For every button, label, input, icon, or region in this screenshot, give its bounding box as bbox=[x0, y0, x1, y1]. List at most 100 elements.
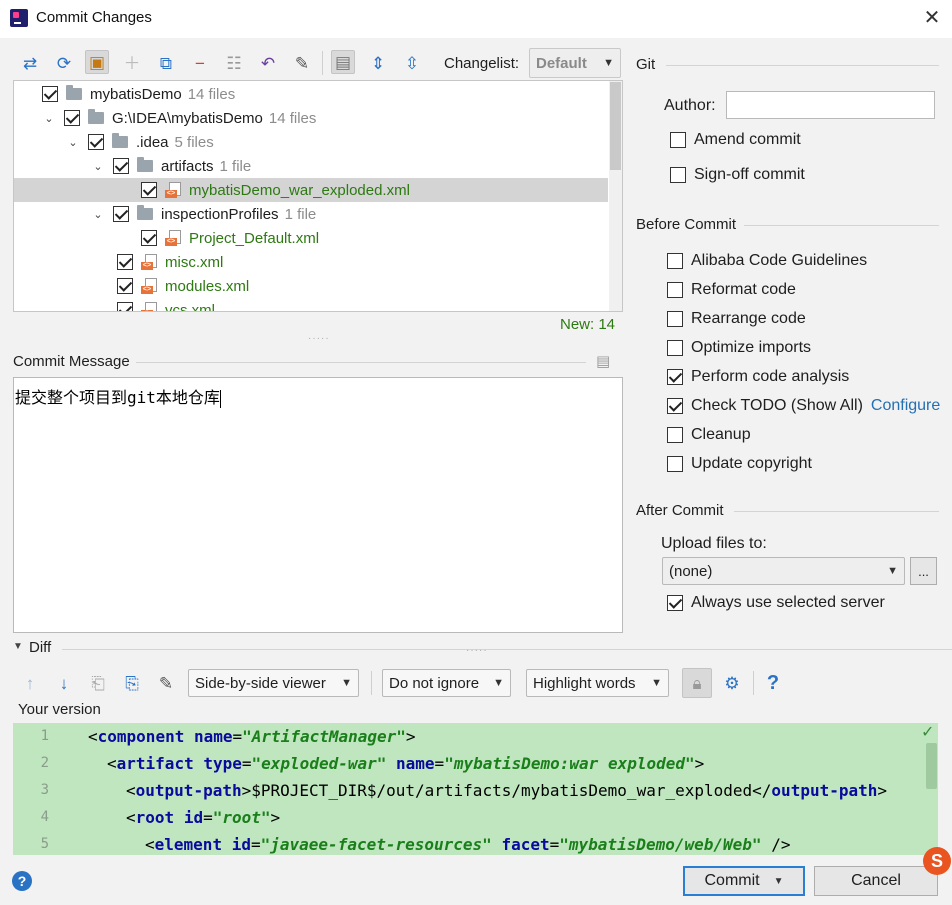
diff-title: Diff bbox=[29, 639, 52, 656]
checkbox[interactable] bbox=[667, 282, 683, 298]
tree-row[interactable]: vcs.xml bbox=[14, 298, 608, 312]
xml-file-icon bbox=[165, 182, 181, 198]
diff-help-icon[interactable]: ? bbox=[761, 671, 785, 695]
checkbox[interactable] bbox=[117, 302, 133, 311]
next-difference-icon[interactable]: ↓ bbox=[52, 671, 76, 695]
option-optimize-imports[interactable]: Optimize imports bbox=[667, 339, 811, 357]
checkbox[interactable] bbox=[117, 254, 133, 270]
always-use-server-option[interactable]: Always use selected server bbox=[667, 594, 885, 612]
chevron-down-icon[interactable]: ⌄ bbox=[91, 160, 105, 173]
checkbox[interactable] bbox=[667, 398, 683, 414]
tree-row[interactable]: mybatisDemo 14 files bbox=[14, 82, 608, 106]
option-cleanup[interactable]: Cleanup bbox=[667, 426, 751, 444]
code-tag: artifact bbox=[116, 754, 194, 773]
diff-viewer-value: Side-by-side viewer bbox=[195, 674, 326, 692]
option-label: Perform code analysis bbox=[691, 368, 850, 385]
remove-icon[interactable]: − bbox=[188, 51, 212, 75]
commit-message-value: 提交整个项目到git本地仓库 bbox=[15, 388, 220, 407]
previous-file-icon[interactable]: ⎗ bbox=[86, 671, 110, 695]
option-update-copyright[interactable]: Update copyright bbox=[667, 455, 812, 473]
add-icon[interactable]: ＋ bbox=[120, 51, 144, 75]
changed-files-tree[interactable]: mybatisDemo 14 files ⌄ G:\IDEA\mybatisDe… bbox=[13, 80, 623, 312]
close-icon[interactable]: ✕ bbox=[921, 6, 943, 30]
edit-icon[interactable]: ✎ bbox=[290, 51, 314, 75]
jump-to-source-icon[interactable]: ⧉ bbox=[154, 51, 178, 75]
option-rearrange-code[interactable]: Rearrange code bbox=[667, 310, 806, 328]
configure-link[interactable]: Configure bbox=[871, 397, 940, 415]
diff-viewer-select[interactable]: Side-by-side viewer ▼ bbox=[188, 669, 359, 697]
checkbox[interactable] bbox=[113, 206, 129, 222]
settings-gear-icon[interactable]: ⚙ bbox=[720, 671, 744, 695]
whitespace-select[interactable]: Do not ignore ▼ bbox=[382, 669, 511, 697]
group-icon[interactable]: ☷ bbox=[222, 51, 246, 75]
tree-row-label: vcs.xml bbox=[165, 301, 215, 312]
upload-server-select[interactable]: (none) ▼ bbox=[662, 557, 905, 585]
tree-row[interactable]: modules.xml bbox=[14, 274, 608, 298]
jump-to-source-icon[interactable]: ⎘ bbox=[120, 671, 144, 695]
commit-button[interactable]: Commit ▼ bbox=[683, 866, 805, 896]
checkbox[interactable] bbox=[42, 86, 58, 102]
checkbox[interactable] bbox=[667, 427, 683, 443]
checkbox[interactable] bbox=[670, 167, 686, 183]
line-number: 1 bbox=[40, 728, 49, 744]
collapse-all-icon[interactable]: ⇳ bbox=[400, 51, 424, 75]
highlight-select[interactable]: Highlight words ▼ bbox=[526, 669, 669, 697]
checkbox[interactable] bbox=[113, 158, 129, 174]
chevron-down-icon[interactable]: ⌄ bbox=[66, 136, 80, 149]
tree-row[interactable]: ⌄ G:\IDEA\mybatisDemo 14 files bbox=[14, 106, 608, 130]
cancel-button[interactable]: Cancel bbox=[814, 866, 938, 896]
checkbox[interactable] bbox=[667, 311, 683, 327]
splitter-grip-icon[interactable]: ····· bbox=[308, 333, 330, 344]
signoff-commit-option[interactable]: Sign-off commit bbox=[670, 166, 805, 184]
checkbox[interactable] bbox=[141, 230, 157, 246]
shelve-icon[interactable]: ▣ bbox=[85, 50, 109, 74]
code-scrollbar-thumb[interactable] bbox=[926, 743, 937, 789]
revert-icon[interactable]: ↶ bbox=[256, 51, 280, 75]
browse-servers-button[interactable]: ... bbox=[910, 557, 937, 585]
option-alibaba-guidelines[interactable]: Alibaba Code Guidelines bbox=[667, 252, 867, 270]
sogou-ime-icon[interactable]: S bbox=[923, 847, 951, 875]
commit-message-input[interactable] bbox=[13, 377, 623, 633]
help-icon[interactable]: ? bbox=[12, 871, 32, 891]
option-perform-code-analysis[interactable]: Perform code analysis bbox=[667, 368, 849, 386]
xml-file-icon bbox=[141, 278, 157, 294]
tree-row[interactable]: ⌄ .idea 5 files bbox=[14, 130, 608, 154]
previous-difference-icon[interactable]: ↑ bbox=[18, 671, 42, 695]
chevron-down-icon[interactable]: ⌄ bbox=[42, 112, 56, 125]
checkbox[interactable] bbox=[88, 134, 104, 150]
code-punct: = bbox=[232, 727, 243, 746]
tree-row[interactable]: Project_Default.xml bbox=[14, 226, 608, 250]
option-check-todo[interactable]: Check TODO (Show All) Configure bbox=[667, 397, 940, 415]
checkbox[interactable] bbox=[117, 278, 133, 294]
checkbox[interactable] bbox=[670, 132, 686, 148]
edit-source-icon[interactable]: ✎ bbox=[154, 671, 178, 695]
tree-scrollbar-thumb[interactable] bbox=[610, 82, 621, 170]
checkbox[interactable] bbox=[141, 182, 157, 198]
diff-code-editor[interactable]: 1 <component name="ArtifactManager"> 2 <art… bbox=[13, 723, 938, 855]
changelist-select[interactable]: Default ▼ bbox=[529, 48, 621, 78]
amend-commit-option[interactable]: Amend commit bbox=[670, 131, 801, 149]
option-reformat-code[interactable]: Reformat code bbox=[667, 281, 796, 299]
diff-toggle-icon[interactable]: ▤ bbox=[331, 50, 355, 74]
checkbox[interactable] bbox=[667, 456, 683, 472]
checkbox[interactable] bbox=[667, 340, 683, 356]
commit-dropdown-arrow-icon[interactable]: ▼ bbox=[774, 876, 784, 887]
expand-all-icon[interactable]: ⇕ bbox=[366, 51, 390, 75]
tree-row-selected[interactable]: mybatisDemo_war_exploded.xml bbox=[14, 178, 608, 202]
checkbox[interactable] bbox=[667, 253, 683, 269]
tree-row[interactable]: ⌄ inspectionProfiles 1 file bbox=[14, 202, 608, 226]
chevron-down-icon[interactable]: ⌄ bbox=[91, 208, 105, 221]
tree-row[interactable]: misc.xml bbox=[14, 250, 608, 274]
pin-icon[interactable]: ⇄ bbox=[18, 51, 42, 75]
message-history-icon[interactable]: ▤ bbox=[596, 352, 614, 370]
lock-icon[interactable]: 🔒︎ bbox=[682, 668, 712, 698]
tree-row[interactable]: ⌄ artifacts 1 file bbox=[14, 154, 608, 178]
checkbox[interactable] bbox=[667, 369, 683, 385]
author-input[interactable] bbox=[726, 91, 935, 119]
checkbox[interactable] bbox=[64, 110, 80, 126]
splitter-grip-icon[interactable]: ····· bbox=[466, 645, 488, 656]
refresh-icon[interactable]: ⟳ bbox=[52, 51, 76, 75]
collapse-triangle-icon[interactable]: ▼ bbox=[13, 641, 23, 652]
checkbox[interactable] bbox=[667, 595, 683, 611]
